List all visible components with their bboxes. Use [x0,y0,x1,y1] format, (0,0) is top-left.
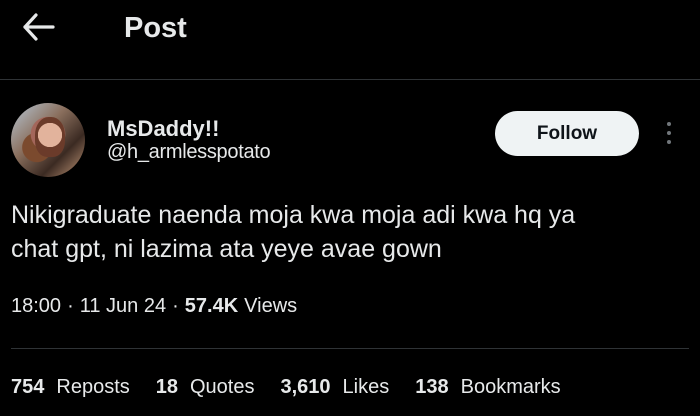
likes-stat[interactable]: 3,610 Likes [280,376,389,399]
views-label: Views [244,295,298,317]
engagement-stats: 754 Reposts 18 Quotes 3,610 Likes 138 Bo… [11,376,587,399]
views-count: 57.4K [184,295,239,317]
bookmarks-count: 138 [415,376,449,398]
post-time[interactable]: 18:00 [11,295,61,318]
back-arrow-icon [22,12,56,47]
post-text-line-2: chat gpt, ni lazima ata yeye avae gown [11,235,442,263]
quotes-label: Quotes [190,376,255,398]
more-dot [667,140,671,144]
post-text: Nikigraduate naenda moja kwa moja adi kw… [11,198,681,266]
author-display-name[interactable]: MsDaddy!! [107,116,219,142]
follow-button[interactable]: Follow [495,111,639,156]
header-divider [0,79,700,80]
stats-divider [11,348,689,349]
more-dot [667,131,671,135]
author-handle[interactable]: @h_armlesspotato [107,141,271,164]
bookmarks-stat[interactable]: 138 Bookmarks [415,376,560,399]
more-options-icon[interactable] [657,117,681,149]
avatar[interactable] [11,103,85,177]
reposts-label: Reposts [56,376,130,398]
reposts-count: 754 [11,376,45,398]
meta-separator: · [67,295,74,317]
top-bar: Post [0,0,700,79]
meta-separator: · [172,295,179,317]
post-screen: Post MsDaddy!! @h_armlesspotato Follow N… [0,0,700,416]
likes-count: 3,610 [280,376,331,398]
post-text-line-1: Nikigraduate naenda moja kwa moja adi kw… [11,201,576,229]
post-meta: 18:00 · 11 Jun 24 · 57.4K Views [11,295,297,318]
likes-label: Likes [342,376,390,398]
quotes-stat[interactable]: 18 Quotes [156,376,255,399]
bookmarks-label: Bookmarks [460,376,561,398]
back-button[interactable] [18,8,60,50]
more-dot [667,122,671,126]
quotes-count: 18 [155,376,178,398]
page-title: Post [124,12,187,44]
reposts-stat[interactable]: 754 Reposts [11,376,130,399]
post-date[interactable]: 11 Jun 24 [80,295,166,318]
